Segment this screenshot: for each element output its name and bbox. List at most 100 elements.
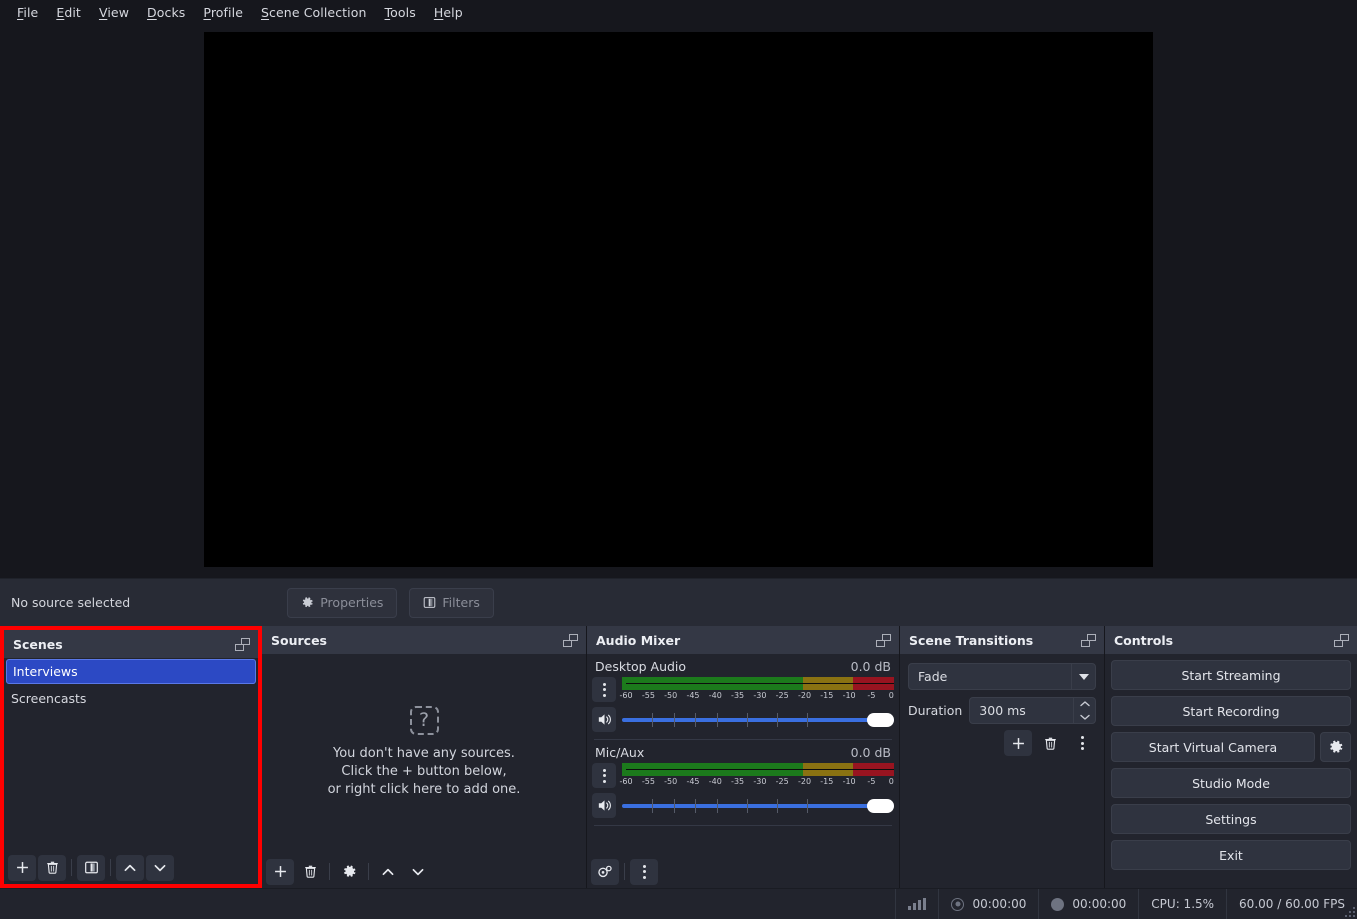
status-stream-cell: 00:00:00 bbox=[938, 889, 1038, 919]
menu-item-profile[interactable]: Profile bbox=[194, 2, 252, 23]
meter-tick: -10 bbox=[843, 691, 856, 700]
exit-button[interactable]: Exit bbox=[1111, 840, 1351, 870]
mute-button[interactable] bbox=[592, 793, 616, 818]
volume-slider[interactable] bbox=[622, 795, 894, 817]
scenes-toolbar-separator bbox=[71, 859, 72, 876]
status-fps-cell: 60.00 / 60.00 FPS bbox=[1226, 889, 1357, 919]
volume-slider[interactable] bbox=[622, 709, 894, 731]
scenes-float-icon[interactable] bbox=[235, 638, 250, 651]
filters-button-label: Filters bbox=[442, 595, 479, 610]
scene-transitions-dock: Scene Transitions Fade Duration 300 ms bbox=[900, 626, 1105, 888]
status-cpu-cell: CPU: 1.5% bbox=[1138, 889, 1226, 919]
menu-item-view[interactable]: View bbox=[90, 2, 138, 23]
audio-mixer-float-icon[interactable] bbox=[876, 634, 891, 647]
meter-tick: -20 bbox=[798, 777, 811, 786]
audio-mixer-body[interactable]: Desktop Audio 0.0 dB bbox=[587, 654, 899, 855]
trash-icon bbox=[45, 860, 60, 875]
scenes-dock-title: Scenes bbox=[4, 630, 258, 658]
volume-slider-handle[interactable] bbox=[867, 799, 894, 813]
sources-list-body[interactable]: ? You don't have any sources. Click the … bbox=[262, 654, 586, 855]
audio-channel-menu-button[interactable] bbox=[592, 677, 616, 702]
chevron-down-icon bbox=[152, 860, 168, 876]
properties-button[interactable]: Properties bbox=[287, 588, 397, 618]
settings-button[interactable]: Settings bbox=[1111, 804, 1351, 834]
speaker-icon bbox=[596, 711, 613, 728]
audio-advanced-properties-button[interactable] bbox=[591, 859, 619, 885]
move-scene-up-button[interactable] bbox=[116, 855, 144, 881]
duration-decrement-button[interactable] bbox=[1074, 711, 1095, 724]
sources-empty-line-3: or right click here to add one. bbox=[328, 781, 521, 799]
audio-channel-header: Mic/Aux 0.0 dB bbox=[592, 743, 894, 763]
meter-tick: -15 bbox=[820, 691, 833, 700]
audio-toolbar-separator bbox=[624, 863, 625, 880]
record-indicator-icon bbox=[1051, 898, 1064, 911]
scene-item-interviews[interactable]: Interviews bbox=[6, 659, 256, 684]
scenes-title-label: Scenes bbox=[13, 637, 63, 652]
virtual-camera-settings-button[interactable] bbox=[1320, 732, 1351, 762]
scenes-list-body[interactable]: Interviews Screencasts bbox=[4, 658, 258, 851]
source-properties-button[interactable] bbox=[335, 859, 363, 885]
start-virtual-camera-button[interactable]: Start Virtual Camera bbox=[1111, 732, 1315, 762]
sources-toolbar-separator bbox=[368, 863, 369, 880]
controls-float-icon[interactable] bbox=[1334, 634, 1349, 647]
gear-icon bbox=[597, 864, 613, 880]
sources-float-icon[interactable] bbox=[563, 634, 578, 647]
mute-button[interactable] bbox=[592, 707, 616, 732]
scene-filters-button[interactable] bbox=[77, 855, 105, 881]
sources-empty-line-1: You don't have any sources. bbox=[328, 745, 521, 763]
scene-transitions-float-icon[interactable] bbox=[1081, 634, 1096, 647]
meter-tick: -15 bbox=[820, 777, 833, 786]
audio-menu-button[interactable] bbox=[630, 859, 658, 885]
controls-dock-title: Controls bbox=[1105, 626, 1357, 654]
trash-icon bbox=[303, 864, 318, 879]
controls-title-label: Controls bbox=[1114, 633, 1173, 648]
sources-empty-line-2: Click the + button below, bbox=[328, 763, 521, 781]
remove-transition-button[interactable] bbox=[1036, 730, 1064, 756]
meter-tick: -60 bbox=[620, 691, 633, 700]
speaker-icon bbox=[596, 797, 613, 814]
trash-icon bbox=[1043, 736, 1058, 751]
preview-canvas[interactable] bbox=[204, 32, 1153, 567]
fps-label: 60.00 / 60.00 FPS bbox=[1239, 897, 1345, 911]
record-time-label: 00:00:00 bbox=[1072, 897, 1126, 911]
menu-item-tools[interactable]: Tools bbox=[376, 2, 425, 23]
start-streaming-button[interactable]: Start Streaming bbox=[1111, 660, 1351, 690]
meter-tick: -45 bbox=[686, 777, 699, 786]
scene-item-screencasts[interactable]: Screencasts bbox=[4, 685, 258, 712]
remove-source-button[interactable] bbox=[296, 859, 324, 885]
menu-item-scene-collection[interactable]: Scene Collection bbox=[252, 2, 376, 23]
add-source-button[interactable] bbox=[266, 859, 294, 885]
chevron-down-icon[interactable] bbox=[1071, 664, 1095, 689]
add-scene-button[interactable] bbox=[8, 855, 36, 881]
plus-icon bbox=[15, 860, 30, 875]
meter-tick: -55 bbox=[642, 691, 655, 700]
sources-toolbar-separator bbox=[329, 863, 330, 880]
menu-item-file[interactable]: File bbox=[8, 2, 47, 23]
studio-mode-button[interactable]: Studio Mode bbox=[1111, 768, 1351, 798]
audio-channel-name: Desktop Audio bbox=[595, 659, 686, 674]
transition-menu-button[interactable] bbox=[1068, 730, 1096, 756]
controls-dock: Controls Start Streaming Start Recording… bbox=[1105, 626, 1357, 888]
menu-item-docks[interactable]: Docks bbox=[138, 2, 194, 23]
menu-item-edit[interactable]: Edit bbox=[47, 2, 90, 23]
move-source-down-button[interactable] bbox=[404, 859, 432, 885]
plus-icon bbox=[273, 864, 288, 879]
start-recording-button[interactable]: Start Recording bbox=[1111, 696, 1351, 726]
transition-select[interactable]: Fade bbox=[908, 663, 1096, 690]
audio-channel-menu-button[interactable] bbox=[592, 763, 616, 788]
meter-tick: -20 bbox=[798, 691, 811, 700]
move-source-up-button[interactable] bbox=[374, 859, 402, 885]
duration-increment-button[interactable] bbox=[1074, 698, 1095, 711]
scenes-toolbar-separator bbox=[110, 859, 111, 876]
duration-stepper[interactable]: 300 ms bbox=[969, 697, 1096, 724]
resize-grip[interactable] bbox=[1343, 905, 1355, 917]
add-transition-button[interactable] bbox=[1004, 730, 1032, 756]
volume-slider-handle[interactable] bbox=[867, 713, 894, 727]
audio-channel-desktop-audio: Desktop Audio 0.0 dB bbox=[592, 654, 894, 734]
menu-item-help[interactable]: Help bbox=[425, 2, 472, 23]
scene-transitions-title-label: Scene Transitions bbox=[909, 633, 1033, 648]
move-scene-down-button[interactable] bbox=[146, 855, 174, 881]
remove-scene-button[interactable] bbox=[38, 855, 66, 881]
filters-button[interactable]: Filters bbox=[409, 588, 493, 618]
preview-area[interactable] bbox=[0, 25, 1357, 578]
